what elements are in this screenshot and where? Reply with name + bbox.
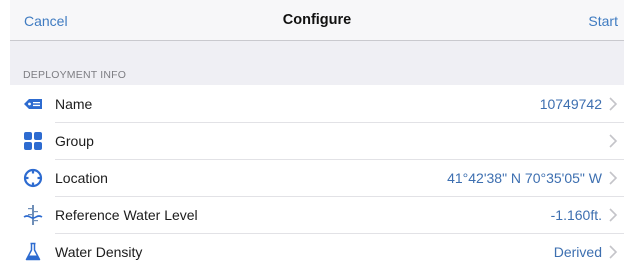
water-level-gauge-icon <box>23 205 43 225</box>
deployment-info-list: Name 10749742 Group Location 41°42'38" N… <box>10 86 624 271</box>
group-row[interactable]: Group <box>10 123 624 160</box>
name-row[interactable]: Name 10749742 <box>10 86 624 123</box>
water-density-row[interactable]: Water Density Derived <box>10 234 624 271</box>
tag-icon <box>23 94 43 114</box>
name-value: 10749742 <box>539 96 602 112</box>
configure-screen: Cancel Configure Start DEPLOYMENT INFO N… <box>0 0 624 271</box>
start-button[interactable]: Start <box>588 13 618 29</box>
group-grid-icon <box>23 131 43 151</box>
group-label: Group <box>55 133 94 149</box>
location-row[interactable]: Location 41°42'38" N 70°35'05" W <box>10 160 624 197</box>
reference-water-level-label: Reference Water Level <box>55 207 198 223</box>
location-label: Location <box>55 170 108 186</box>
chevron-right-icon <box>608 97 618 111</box>
name-label: Name <box>55 96 93 112</box>
chevron-right-icon <box>608 171 618 185</box>
section-header: DEPLOYMENT INFO <box>10 41 624 85</box>
page-title: Configure <box>282 12 352 28</box>
flask-icon <box>23 242 43 262</box>
reference-water-level-row[interactable]: Reference Water Level -1.160ft. <box>10 197 624 234</box>
chevron-right-icon <box>608 208 618 222</box>
water-density-value: Derived <box>553 244 602 260</box>
water-density-label: Water Density <box>55 244 143 260</box>
chevron-right-icon <box>608 134 618 148</box>
location-crosshair-icon <box>23 168 43 188</box>
navigation-bar: Cancel Configure Start <box>10 0 624 41</box>
reference-water-level-value: -1.160ft. <box>550 207 602 223</box>
location-value: 41°42'38" N 70°35'05" W <box>447 170 602 186</box>
chevron-right-icon <box>608 245 618 259</box>
section-title: DEPLOYMENT INFO <box>23 69 127 81</box>
